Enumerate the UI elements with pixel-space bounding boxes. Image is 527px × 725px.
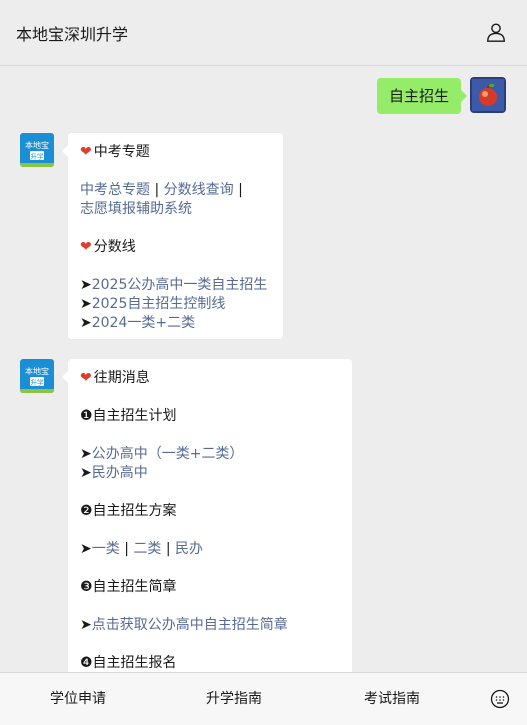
arrow-icon: ➤	[80, 465, 92, 481]
link-item[interactable]: 公办高中（一类+二类）	[92, 446, 244, 462]
link-class-1[interactable]: 一类	[92, 541, 120, 557]
section-heading: ❸自主招生简章	[80, 579, 177, 595]
link-private[interactable]: 民办	[175, 541, 203, 557]
chat-area[interactable]: 自主招生 本地宝 升学 ❤ 中考专题 中考总专题 | 分数线查询 | 志愿填报辅…	[0, 66, 527, 672]
section-heading: 中考专题	[93, 144, 150, 160]
arrow-icon: ➤	[80, 315, 92, 331]
apple-avatar-icon	[470, 77, 506, 113]
chat-header: 本地宝深圳升学	[0, 0, 527, 66]
link-item[interactable]: 民办高中	[92, 465, 148, 481]
heart-icon: ❤	[80, 239, 92, 255]
link-item[interactable]: 点击获取公办高中自主招生简章	[92, 617, 288, 633]
link-score-query[interactable]: 分数线查询	[164, 182, 234, 198]
bendibao-logo-icon: 本地宝 升学	[20, 133, 54, 167]
menu-admission-guide[interactable]: 升学指南	[156, 673, 312, 725]
section-heading: 往期消息	[93, 370, 150, 386]
chat-title: 本地宝深圳升学	[16, 25, 129, 44]
heart-icon: ❤	[80, 370, 92, 386]
svg-text:升学: 升学	[31, 378, 45, 387]
menu-exam-guide[interactable]: 考试指南	[312, 673, 472, 725]
user-avatar[interactable]	[470, 77, 506, 113]
bendibao-logo-icon: 本地宝 升学	[20, 359, 54, 393]
bot-message-2: ❤ 往期消息 ❶自主招生计划 ➤公办高中（一类+二类） ➤民办高中 ❷自主招生方案…	[62, 359, 352, 672]
svg-text:本地宝: 本地宝	[25, 366, 49, 376]
link-volunteer-system[interactable]: 志愿填报辅助系统	[80, 200, 271, 219]
keyboard-icon[interactable]	[490, 689, 510, 709]
section-heading: ❶自主招生计划	[80, 408, 177, 424]
link-zhongkao-topic[interactable]: 中考总专题	[80, 182, 150, 198]
link-item[interactable]: 2025公办高中一类自主招生	[92, 277, 268, 293]
person-icon[interactable]	[485, 21, 507, 43]
arrow-icon: ➤	[80, 296, 92, 312]
link-item[interactable]: 2024一类+二类	[92, 315, 195, 331]
bot-avatar[interactable]: 本地宝 升学	[20, 133, 54, 167]
bottom-menu-bar: 学位申请 升学指南 考试指南	[0, 672, 527, 725]
section-heading: ❷自主招生方案	[80, 503, 177, 519]
arrow-icon: ➤	[80, 277, 92, 293]
outgoing-bubble[interactable]: 自主招生	[377, 78, 468, 114]
arrow-icon: ➤	[80, 617, 92, 633]
heart-icon: ❤	[80, 144, 92, 160]
menu-degree-application[interactable]: 学位申请	[0, 673, 156, 725]
svg-text:升学: 升学	[31, 152, 45, 161]
arrow-icon: ➤	[80, 446, 92, 462]
link-class-2[interactable]: 二类	[133, 541, 161, 557]
section-heading: ❹自主招生报名	[80, 655, 177, 671]
bot-avatar[interactable]: 本地宝 升学	[20, 359, 54, 393]
section-heading: 分数线	[93, 239, 136, 255]
link-item[interactable]: 2025自主招生控制线	[92, 296, 226, 312]
arrow-icon: ➤	[80, 541, 92, 557]
bot-message-1: ❤ 中考专题 中考总专题 | 分数线查询 | 志愿填报辅助系统 ❤ 分数线 ➤202…	[62, 133, 283, 339]
svg-text:本地宝: 本地宝	[25, 140, 49, 150]
